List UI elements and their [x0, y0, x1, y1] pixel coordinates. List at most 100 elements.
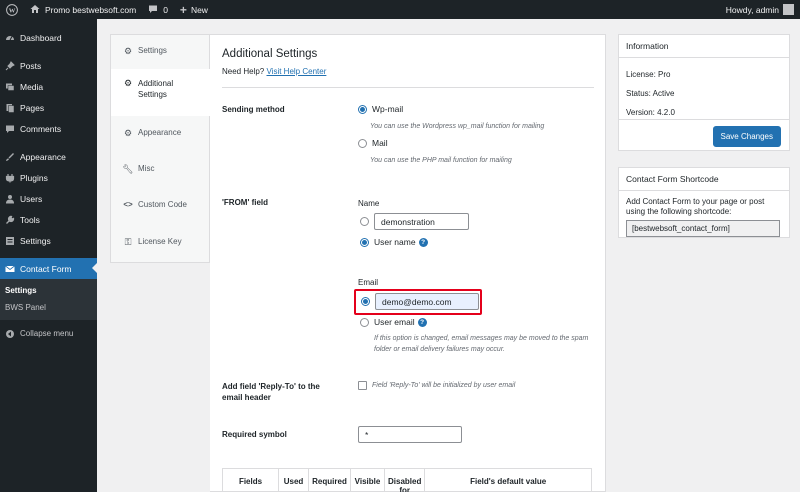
col-fields: Fields — [222, 468, 279, 492]
menu-label: Settings — [20, 235, 51, 246]
collapse-menu-button[interactable]: Collapse menu — [0, 323, 97, 344]
menu-item-settings[interactable]: Settings — [0, 230, 97, 251]
menu-item-dashboard[interactable]: Dashboard — [0, 27, 97, 48]
shortcode-card: Contact Form Shortcode Add Contact Form … — [618, 167, 790, 238]
custom-email-radio[interactable] — [361, 297, 370, 306]
submenu-item-settings[interactable]: Settings — [0, 282, 97, 299]
submenu-item-bws-panel[interactable]: BWS Panel — [0, 299, 97, 316]
tab-custom-code[interactable]: <> Custom Code — [111, 188, 209, 224]
comments-link[interactable]: 0 — [142, 0, 174, 19]
from-name-input[interactable]: demonstration — [374, 213, 469, 230]
menu-item-tools[interactable]: Tools — [0, 209, 97, 230]
mail-radio[interactable] — [358, 139, 367, 148]
wrench-icon — [5, 215, 15, 225]
menu-label: Pages — [20, 102, 45, 113]
account-link[interactable]: Howdy, admin — [726, 0, 800, 19]
menu-label: Tools — [20, 214, 40, 225]
reply-to-label: Add field 'Reply-To' to the email header — [222, 382, 320, 402]
menu-item-posts[interactable]: Posts — [0, 55, 97, 76]
tab-label: Settings — [138, 46, 167, 55]
menu-label: Comments — [20, 123, 62, 134]
mail-hint: You can use the PHP mail function for ma… — [370, 157, 512, 164]
wpmail-hint: You can use the Wordpress wp_mail functi… — [370, 123, 545, 130]
wrench-icon: 🔧︎ — [122, 164, 134, 174]
shortcode-field[interactable]: [bestwebsoft_contact_form] — [626, 220, 780, 237]
help-icon[interactable]: ? — [418, 238, 428, 248]
version-info: Version: 4.2.0 — [626, 108, 675, 117]
tab-label: Custom Code — [138, 200, 187, 209]
col-disabled-for: Disabled for — [383, 468, 426, 492]
wordpress-logo-icon[interactable]: W — [0, 0, 24, 19]
user-name-label: User name — [374, 237, 416, 247]
settings-icon — [5, 236, 15, 246]
page-title: Additional Settings — [222, 48, 318, 60]
table-header-row: Fields Used Required Visible Disabled fo… — [222, 468, 592, 492]
sending-method-label: Sending method — [222, 105, 285, 114]
reply-to-checkbox[interactable] — [358, 381, 367, 390]
user-name-radio[interactable] — [360, 238, 369, 247]
custom-name-radio[interactable] — [360, 217, 369, 226]
user-email-option: User email? — [374, 317, 427, 328]
help-icon[interactable]: ? — [417, 318, 427, 328]
status-info: Status: Active — [626, 89, 675, 98]
reply-to-hint: Field 'Reply-To' will be initialized by … — [372, 382, 516, 389]
menu-item-plugins[interactable]: Plugins — [0, 167, 97, 188]
site-name: Promo bestwebsoft.com — [45, 4, 137, 15]
mail-option-label: Mail — [372, 138, 388, 148]
from-email-hint: If this option is changed, email message… — [374, 335, 589, 353]
menu-item-appearance[interactable]: Appearance — [0, 146, 97, 167]
menu-item-media[interactable]: Media — [0, 76, 97, 97]
menu-label: Media — [20, 81, 44, 92]
help-center-link[interactable]: Visit Help Center — [266, 67, 326, 76]
tab-license-key[interactable]: ⚿ License Key — [111, 224, 209, 260]
menu-label: Collapse menu — [20, 329, 74, 338]
menu-label: Posts — [20, 60, 42, 71]
divider — [222, 87, 594, 88]
tab-settings[interactable]: ⚙ Settings — [111, 35, 209, 69]
site-name-link[interactable]: Promo bestwebsoft.com — [24, 0, 142, 19]
required-symbol-input[interactable]: * — [358, 426, 462, 443]
help-line: Need Help? Visit Help Center — [222, 67, 326, 76]
pages-icon — [5, 103, 15, 113]
media-icon — [5, 82, 15, 92]
help-prefix: Need Help? — [222, 67, 265, 76]
wpmail-radio[interactable] — [358, 105, 367, 114]
from-email-input[interactable]: demo@demo.com — [375, 293, 479, 310]
menu-label: Dashboard — [20, 32, 62, 43]
menu-item-users[interactable]: Users — [0, 188, 97, 209]
save-changes-button[interactable]: Save Changes — [712, 126, 781, 147]
tab-appearance[interactable]: ⚙ Appearance — [111, 116, 209, 152]
new-content-link[interactable]: + New — [174, 0, 214, 19]
comments-count: 0 — [163, 4, 168, 15]
license-info: License: Pro — [626, 70, 671, 79]
from-field-label: 'FROM' field — [222, 198, 269, 207]
new-label: New — [190, 4, 208, 15]
settings-tabs: ⚙ Settings ⚙ Additional Settings ⚙ Appea… — [110, 34, 210, 263]
menu-label: Appearance — [20, 151, 66, 162]
name-title: Name — [358, 199, 380, 208]
user-email-label: User email — [374, 317, 415, 327]
wpmail-option-label: Wp-mail — [372, 104, 404, 114]
plugin-icon — [5, 173, 15, 183]
menu-item-comments[interactable]: Comments — [0, 118, 97, 139]
brush-icon — [5, 152, 15, 162]
contact-form-submenu: Settings BWS Panel — [0, 279, 97, 320]
user-name-option: User name? — [374, 237, 428, 248]
menu-item-contact-form[interactable]: Contact Form — [0, 258, 97, 279]
collapse-icon — [5, 329, 15, 339]
additional-settings-panel: Additional Settings Need Help? Visit Hel… — [210, 34, 606, 492]
menu-item-pages[interactable]: Pages — [0, 97, 97, 118]
menu-label: Plugins — [20, 172, 48, 183]
key-icon: ⚿ — [124, 237, 132, 247]
home-icon — [30, 4, 40, 16]
information-card: Information License: Pro Status: Active … — [618, 34, 790, 151]
menu-label: Users — [20, 193, 43, 204]
code-icon: <> — [123, 200, 133, 209]
plus-icon: + — [179, 2, 187, 17]
col-default-value: Field's default value — [424, 468, 592, 492]
tab-misc[interactable]: 🔧︎ Misc — [111, 152, 209, 188]
dashboard-icon — [5, 33, 15, 43]
user-email-radio[interactable] — [360, 318, 369, 327]
pin-icon — [5, 60, 15, 71]
tab-additional-settings[interactable]: ⚙ Additional Settings — [111, 69, 210, 116]
